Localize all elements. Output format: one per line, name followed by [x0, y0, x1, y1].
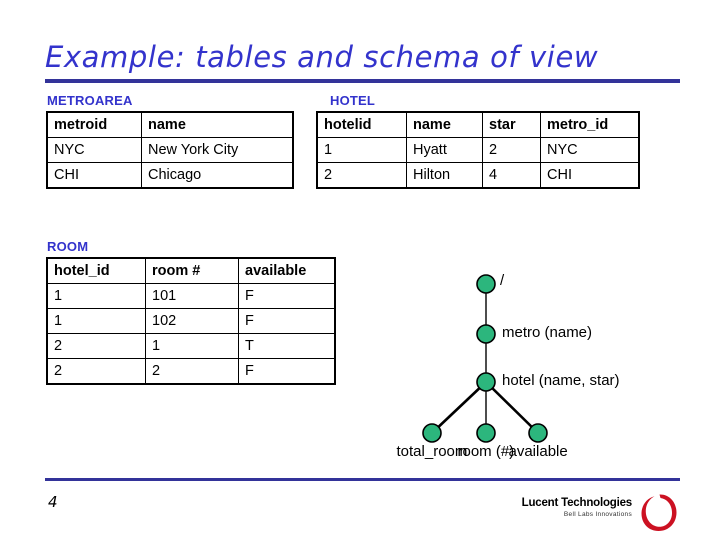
table-cell: 101 — [145, 283, 239, 309]
logo-company-name: Lucent Technologies — [521, 497, 633, 509]
table-cell: 2 — [482, 137, 541, 163]
table-header-row: metroid name — [47, 112, 293, 138]
table-cell: 1 — [317, 137, 407, 163]
table-cell: 102 — [145, 308, 239, 334]
column-header: metroid — [47, 112, 142, 138]
table-cell: 2 — [47, 358, 146, 384]
table-cell: 2 — [47, 333, 146, 359]
tree-node-total_room — [422, 423, 442, 443]
table-cell: Hilton — [406, 162, 483, 188]
tree-node-label-available: available — [508, 443, 568, 460]
logo-wordmark: Lucent Technologies Bell Labs Innovation… — [521, 497, 633, 519]
table-header-row: hotelid name star metro_id — [317, 112, 639, 138]
table-row: 1 102 F — [47, 308, 335, 334]
table-row: CHI Chicago — [47, 162, 293, 188]
table-cell: NYC — [540, 137, 639, 163]
table-cell: 1 — [47, 283, 146, 309]
table-row: 2 2 F — [47, 358, 335, 384]
table-label-metroarea: METROAREA — [47, 93, 133, 108]
tree-node-label-room: room (#) — [457, 443, 515, 460]
table-cell: New York City — [141, 137, 293, 163]
slide-canvas: Example: tables and schema of view METRO… — [0, 0, 720, 540]
tree-node-label-hotel: hotel (name, star) — [502, 372, 620, 389]
table-cell: 1 — [145, 333, 239, 359]
tree-graphics — [422, 274, 548, 443]
table-cell: 2 — [145, 358, 239, 384]
footer-divider — [45, 478, 680, 481]
table-label-hotel: HOTEL — [330, 93, 376, 108]
tree-node-available — [528, 423, 548, 443]
schema-tree-diagram: / metro (name) hotel (name, star) total_… — [320, 262, 720, 462]
table-cell: 4 — [482, 162, 541, 188]
table-metroarea: metroid name NYC New York City CHI Chica… — [46, 111, 294, 189]
table-row: 1 101 F — [47, 283, 335, 309]
column-header: name — [141, 112, 293, 138]
slide-number: 4 — [48, 493, 58, 511]
table-room: hotel_id room # available 1 101 F 1 102 … — [46, 257, 336, 385]
tree-node-metro — [476, 324, 496, 344]
page-title: Example: tables and schema of view — [45, 40, 599, 74]
table-hotel: hotelid name star metro_id 1 Hyatt 2 NYC… — [316, 111, 640, 189]
table-row: 2 Hilton 4 CHI — [317, 162, 639, 188]
table-cell: 2 — [317, 162, 407, 188]
table-cell: 1 — [47, 308, 146, 334]
table-cell: NYC — [47, 137, 142, 163]
table-row: NYC New York City — [47, 137, 293, 163]
column-header: hotelid — [317, 112, 407, 138]
table-row: 1 Hyatt 2 NYC — [317, 137, 639, 163]
tree-node-label-root: / — [500, 272, 505, 289]
column-header: hotel_id — [47, 258, 146, 284]
table-cell: Hyatt — [406, 137, 483, 163]
table-header-row: hotel_id room # available — [47, 258, 335, 284]
tree-node-hotel — [476, 372, 496, 392]
title-divider — [45, 79, 680, 83]
table-cell: CHI — [47, 162, 142, 188]
logo-tagline: Bell Labs Innovations — [563, 511, 632, 518]
column-header: name — [406, 112, 483, 138]
table-label-room: ROOM — [47, 239, 89, 254]
tree-node-root — [476, 274, 496, 294]
lucent-ring-icon — [641, 494, 677, 531]
column-header: room # — [145, 258, 239, 284]
table-row: 2 1 T — [47, 333, 335, 359]
column-header: metro_id — [540, 112, 639, 138]
tree-node-room — [476, 423, 496, 443]
table-cell: Chicago — [141, 162, 293, 188]
lucent-logo: Lucent Technologies Bell Labs Innovation… — [520, 492, 680, 534]
table-cell: CHI — [540, 162, 639, 188]
tree-node-label-metro: metro (name) — [502, 324, 593, 341]
tree-edge — [431, 381, 487, 434]
column-header: star — [482, 112, 541, 138]
tree-edge — [485, 381, 539, 434]
